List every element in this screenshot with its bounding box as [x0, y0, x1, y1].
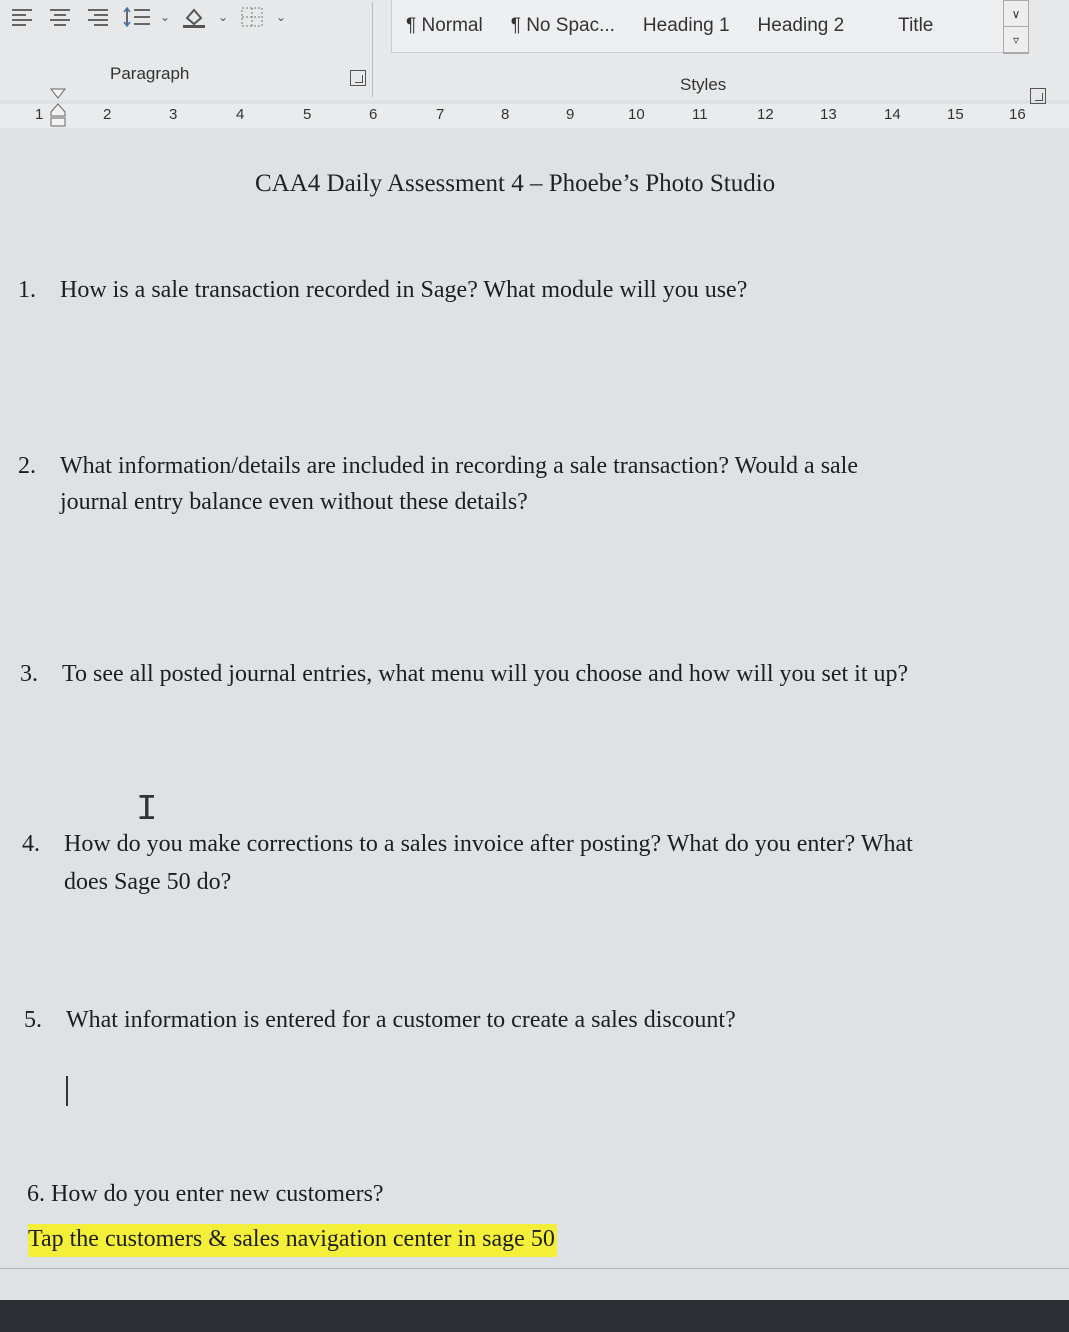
more-styles-icon[interactable]: ▿ — [1004, 27, 1028, 53]
ruler-number: 14 — [884, 106, 901, 123]
styles-gallery: ¶ Normal ¶ No Spac... Heading 1 Heading … — [391, 0, 1013, 53]
align-center-icon[interactable] — [46, 4, 74, 30]
question-4: 4. How do you make corrections to a sale… — [22, 826, 1062, 906]
group-separator — [372, 2, 373, 97]
style-no-spacing[interactable]: ¶ No Spac... — [497, 15, 629, 37]
chevron-down-icon[interactable]: ⌄ — [160, 4, 170, 30]
ruler-number: 4 — [236, 106, 245, 123]
ruler-number: 12 — [757, 106, 774, 123]
shading-icon[interactable] — [180, 4, 208, 30]
ruler-number: 7 — [436, 106, 445, 123]
paragraph-group-label: Paragraph — [110, 64, 190, 83]
question-2: 2. What information/details are included… — [18, 448, 1018, 528]
ruler-number: 13 — [820, 106, 837, 123]
question-text: How is a sale transaction recorded in Sa… — [60, 277, 748, 303]
style-normal[interactable]: ¶ Normal — [392, 15, 497, 37]
question-text-continued: does Sage 50 do? — [64, 869, 232, 895]
ruler-number: 1 — [35, 106, 44, 123]
horizontal-ruler[interactable]: 1 2 3 4 5 6 7 8 9 10 11 12 13 14 15 16 — [0, 98, 1069, 136]
text-cursor-icon: I — [136, 789, 158, 830]
indent-marker-icon[interactable] — [50, 88, 66, 128]
taskbar — [0, 1300, 1069, 1332]
ruler-number: 15 — [947, 106, 964, 123]
paragraph-dialog-launcher-icon[interactable] — [350, 70, 366, 86]
question-text: How do you make corrections to a sales i… — [64, 831, 913, 857]
question-number: 3. — [20, 661, 38, 687]
question-text: To see all posted journal entries, what … — [62, 661, 909, 687]
ruler-number: 11 — [692, 106, 708, 123]
ruler-number: 2 — [103, 106, 112, 123]
question-text: What information is entered for a custom… — [66, 1007, 736, 1033]
question-number: 2. — [18, 453, 36, 479]
ruler-number: 5 — [303, 106, 312, 123]
style-heading-2[interactable]: Heading 2 — [744, 15, 859, 37]
scroll-up-icon[interactable]: ∨ — [1004, 1, 1028, 27]
paragraph-tools: ⌄ ⌄ ⌄ — [8, 4, 286, 30]
style-heading-1[interactable]: Heading 1 — [629, 15, 744, 37]
question-number: 4. — [22, 831, 40, 857]
align-right-icon[interactable] — [84, 4, 112, 30]
styles-gallery-scroll[interactable]: ∨ ▿ — [1003, 0, 1029, 54]
ruler-number: 10 — [628, 106, 645, 123]
question-6: 6. How do you enter new customers? — [27, 1181, 384, 1207]
question-number: 5. — [24, 1007, 42, 1033]
page-edge — [0, 1268, 1069, 1269]
ruler-number: 3 — [169, 106, 178, 123]
ribbon: ⌄ ⌄ ⌄ Paragraph ¶ Normal ¶ No Spac... He… — [0, 0, 1069, 104]
chevron-down-icon[interactable]: ⌄ — [276, 4, 286, 30]
ruler-number: 16 — [1009, 106, 1026, 123]
styles-group: ¶ Normal ¶ No Spac... Heading 1 Heading … — [375, 0, 1069, 104]
paragraph-group: ⌄ ⌄ ⌄ Paragraph — [0, 0, 375, 100]
question-text: What information/details are included in… — [60, 453, 858, 479]
line-spacing-icon[interactable] — [122, 4, 150, 30]
insertion-caret — [66, 1076, 68, 1106]
question-text-continued: journal entry balance even without these… — [60, 489, 528, 515]
align-left-icon[interactable] — [8, 4, 36, 30]
styles-group-label: Styles — [680, 75, 727, 94]
ruler-number: 6 — [369, 106, 378, 123]
borders-icon[interactable] — [238, 4, 266, 30]
document-title: CAA4 Daily Assessment 4 – Phoebe’s Photo… — [255, 170, 776, 197]
answer-highlighted-text[interactable]: Tap the customers & sales navigation cen… — [28, 1224, 557, 1257]
question-number: 1. — [18, 277, 36, 303]
ruler-track — [0, 104, 1069, 128]
ruler-number: 9 — [566, 106, 575, 123]
style-title[interactable]: Title — [858, 15, 947, 37]
chevron-down-icon[interactable]: ⌄ — [218, 4, 228, 30]
ruler-number: 8 — [501, 106, 510, 123]
